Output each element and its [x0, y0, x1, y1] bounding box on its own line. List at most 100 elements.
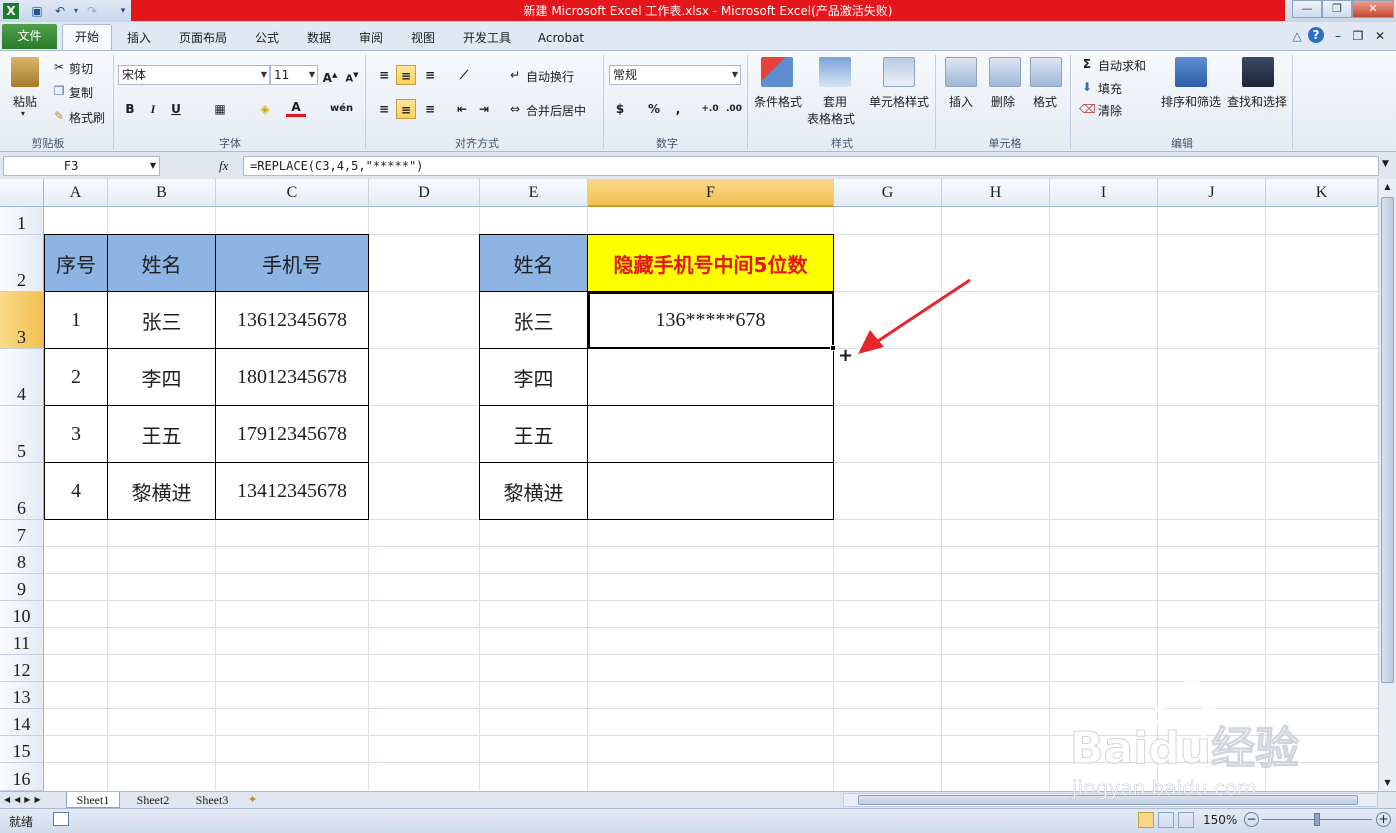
fill-handle[interactable]: [830, 345, 836, 351]
row-header-5[interactable]: 5: [0, 406, 44, 463]
number-format-combo[interactable]: 常规 ▼: [609, 65, 741, 85]
paste-button[interactable]: 粘贴: [13, 93, 37, 110]
align-top-icon[interactable]: ≡: [374, 65, 394, 85]
redo-icon[interactable]: ↷: [84, 3, 100, 19]
fill-color-icon[interactable]: ◈: [255, 99, 275, 119]
select-all-corner[interactable]: [0, 179, 44, 207]
tab-formulas[interactable]: 公式: [246, 27, 288, 49]
insert-cells-button[interactable]: 插入: [949, 93, 973, 110]
tab-data[interactable]: 数据: [298, 27, 340, 49]
table1-header-phone[interactable]: 手机号: [216, 235, 369, 292]
decrease-indent-icon[interactable]: ⇤: [452, 99, 472, 119]
column-header-f[interactable]: F: [588, 179, 834, 207]
sheet-nav-icons[interactable]: ◀◀▶▶: [4, 792, 45, 808]
table-cell[interactable]: [588, 406, 834, 463]
table-cell[interactable]: 张三: [108, 292, 216, 349]
vertical-scrollbar[interactable]: ▲ ▼: [1378, 179, 1396, 791]
column-header-d[interactable]: D: [369, 179, 480, 207]
column-header-j[interactable]: J: [1158, 179, 1266, 207]
table-cell[interactable]: 13412345678: [216, 463, 369, 520]
expand-formula-icon[interactable]: ▼: [1382, 159, 1389, 169]
row-header-11[interactable]: 11: [0, 628, 44, 655]
row-header-13[interactable]: 13: [0, 682, 44, 709]
tab-file[interactable]: 文件: [2, 24, 57, 49]
row-header-2[interactable]: 2: [0, 235, 44, 292]
sheet-tab-1[interactable]: Sheet1: [66, 792, 120, 808]
table-cell[interactable]: 3: [45, 406, 108, 463]
column-header-b[interactable]: B: [108, 179, 216, 207]
table-cell[interactable]: 王五: [108, 406, 216, 463]
tab-acrobat[interactable]: Acrobat: [530, 27, 592, 49]
column-header-c[interactable]: C: [216, 179, 369, 207]
zoom-slider-thumb[interactable]: [1314, 813, 1320, 826]
normal-view-icon[interactable]: [1138, 812, 1154, 828]
cut-button[interactable]: 剪切: [69, 60, 93, 77]
align-middle-icon[interactable]: ≡: [396, 65, 416, 85]
italic-button[interactable]: I: [143, 99, 163, 119]
row-header-10[interactable]: 10: [0, 601, 44, 628]
table-cell[interactable]: 张三: [480, 292, 588, 349]
row-header-12[interactable]: 12: [0, 655, 44, 682]
align-left-icon[interactable]: ≡: [374, 99, 394, 119]
increase-indent-icon[interactable]: ⇥: [474, 99, 494, 119]
ribbon-collapse-icon[interactable]: △: [1289, 28, 1305, 44]
format-cells-button[interactable]: 格式: [1033, 93, 1057, 110]
clear-button[interactable]: 清除: [1098, 102, 1122, 119]
table-cell[interactable]: 13612345678: [216, 292, 369, 349]
phonetic-icon[interactable]: wén: [330, 99, 353, 119]
scroll-down-icon[interactable]: ▼: [1380, 775, 1395, 791]
table2-header-masked-phone[interactable]: 隐藏手机号中间5位数: [588, 235, 834, 292]
font-color-icon[interactable]: A: [286, 99, 306, 117]
row-header-1[interactable]: 1: [0, 207, 44, 235]
bold-button[interactable]: B: [120, 99, 140, 119]
page-layout-view-icon[interactable]: [1158, 812, 1174, 828]
restore-button[interactable]: ❐: [1322, 0, 1352, 18]
column-header-h[interactable]: H: [942, 179, 1050, 207]
function-icon[interactable]: fx: [219, 158, 228, 174]
row-header-9[interactable]: 9: [0, 574, 44, 601]
zoom-out-icon[interactable]: −: [1244, 812, 1259, 827]
find-select-button[interactable]: 查找和选择: [1227, 93, 1287, 110]
row-header-14[interactable]: 14: [0, 709, 44, 736]
row-header-4[interactable]: 4: [0, 349, 44, 406]
formula-input[interactable]: =REPLACE(C3,4,5,"*****"): [243, 156, 1379, 176]
close-button[interactable]: ✕: [1352, 0, 1394, 18]
table-cell[interactable]: 17912345678: [216, 406, 369, 463]
delete-cells-button[interactable]: 删除: [991, 93, 1015, 110]
tab-developer[interactable]: 开发工具: [454, 27, 520, 49]
cell-styles-button[interactable]: 单元格样式: [869, 93, 929, 110]
conditional-formatting-button[interactable]: 条件格式: [754, 93, 802, 110]
tab-insert[interactable]: 插入: [118, 27, 160, 49]
table2-header-name[interactable]: 姓名: [480, 235, 588, 292]
borders-icon[interactable]: ▦: [210, 99, 230, 119]
table-cell[interactable]: [588, 463, 834, 520]
vertical-scroll-thumb[interactable]: [1381, 197, 1394, 683]
doc-restore-icon[interactable]: ❐: [1350, 28, 1366, 44]
table-cell[interactable]: 黎横进: [480, 463, 588, 520]
font-size-combo[interactable]: 11 ▼: [270, 65, 318, 85]
table-cell[interactable]: 2: [45, 349, 108, 406]
grow-font-icon[interactable]: A▲: [320, 65, 340, 85]
decrease-decimal-icon[interactable]: .00: [724, 99, 744, 119]
row-header-8[interactable]: 8: [0, 547, 44, 574]
active-cell-f3[interactable]: 136*****678: [588, 292, 834, 349]
merge-center-button[interactable]: 合并后居中: [526, 102, 586, 119]
increase-decimal-icon[interactable]: +.0: [700, 99, 720, 119]
tab-review[interactable]: 审阅: [350, 27, 392, 49]
shrink-font-icon[interactable]: A▼: [342, 65, 362, 85]
currency-button[interactable]: $: [610, 99, 630, 119]
percent-button[interactable]: %: [644, 99, 664, 119]
table-cell[interactable]: 黎横进: [108, 463, 216, 520]
table-cell[interactable]: 王五: [480, 406, 588, 463]
column-header-g[interactable]: G: [834, 179, 942, 207]
tab-home[interactable]: 开始: [62, 24, 112, 50]
undo-icon[interactable]: ↶: [52, 3, 68, 19]
name-box[interactable]: F3 ▼: [3, 156, 160, 176]
save-icon[interactable]: ▣: [29, 3, 45, 19]
format-as-table-line1[interactable]: 套用: [823, 93, 847, 110]
comma-button[interactable]: ,: [668, 99, 688, 119]
table-cell[interactable]: 18012345678: [216, 349, 369, 406]
fill-button[interactable]: 填充: [1098, 80, 1122, 97]
row-header-6[interactable]: 6: [0, 463, 44, 520]
scroll-up-icon[interactable]: ▲: [1380, 179, 1395, 195]
